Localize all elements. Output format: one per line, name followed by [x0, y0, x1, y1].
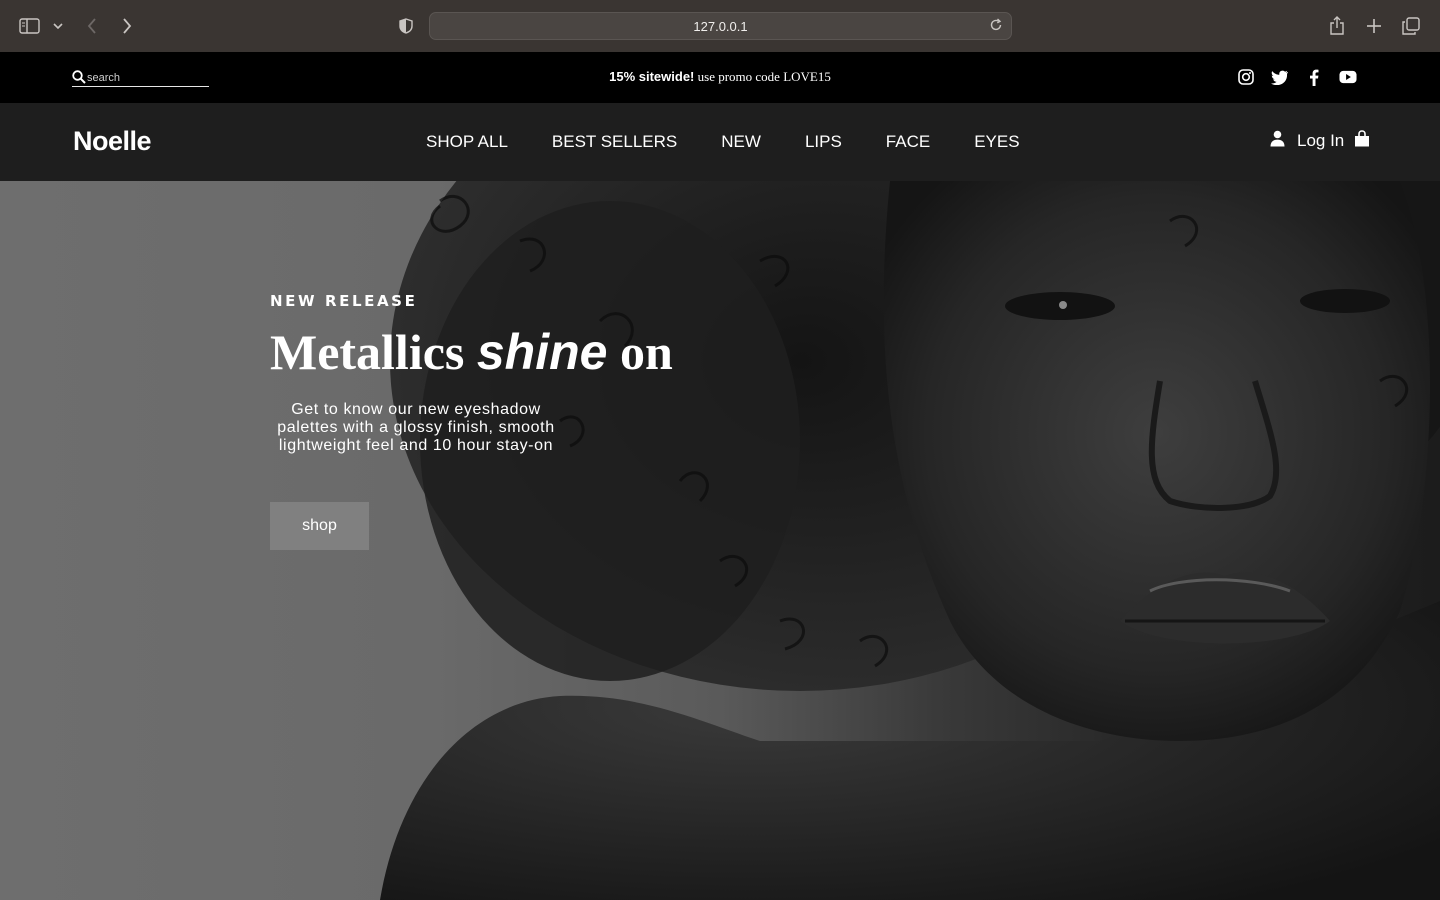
login-link[interactable]: Log In	[1297, 131, 1344, 151]
hero-description: Get to know our new eyeshadow palettes w…	[277, 401, 555, 454]
nav-shop-all[interactable]: SHOP ALL	[426, 132, 508, 152]
shield-icon[interactable]	[394, 14, 418, 38]
share-icon[interactable]	[1325, 14, 1349, 38]
nav-eyes[interactable]: EYES	[974, 132, 1019, 152]
social-links	[1237, 68, 1357, 86]
main-nav: Noelle SHOP ALL BEST SELLERS NEW LIPS FA…	[0, 103, 1440, 181]
user-icon[interactable]	[1270, 130, 1285, 152]
shop-button[interactable]: shop	[270, 502, 369, 550]
browser-toolbar: 127.0.0.1	[0, 0, 1440, 52]
promo-bar: 15% sitewide! use promo code LOVE15	[0, 52, 1440, 103]
tab-overview-icon[interactable]	[1399, 14, 1423, 38]
forward-icon[interactable]	[115, 14, 139, 38]
promo-code-text: use promo code LOVE15	[694, 69, 831, 84]
headline-part-2: on	[607, 324, 673, 380]
youtube-icon[interactable]	[1339, 68, 1357, 86]
shopping-bag-icon[interactable]	[1354, 130, 1370, 152]
account-area: Log In	[1270, 130, 1370, 152]
sidebar-toggle-icon[interactable]	[18, 14, 42, 38]
hero-eyebrow: NEW RELEASE	[270, 292, 418, 310]
promo-message: 15% sitewide! use promo code LOVE15	[0, 69, 1440, 85]
hero-model-image	[380, 181, 1440, 900]
twitter-icon[interactable]	[1271, 68, 1289, 86]
nav-best-sellers[interactable]: BEST SELLERS	[552, 132, 677, 152]
chevron-down-icon[interactable]	[48, 14, 68, 38]
headline-emphasis: shine	[476, 324, 608, 380]
address-bar[interactable]: 127.0.0.1	[429, 12, 1012, 40]
nav-face[interactable]: FACE	[886, 132, 930, 152]
nav-lips[interactable]: LIPS	[805, 132, 842, 152]
instagram-icon[interactable]	[1237, 68, 1255, 86]
url-text: 127.0.0.1	[693, 19, 748, 34]
nav-links: SHOP ALL BEST SELLERS NEW LIPS FACE EYES	[426, 132, 1064, 152]
hero-headline: Metallics shine on	[270, 323, 673, 381]
new-tab-icon[interactable]	[1362, 14, 1386, 38]
headline-part-1: Metallics	[270, 324, 477, 380]
nav-new[interactable]: NEW	[721, 132, 761, 152]
promo-highlight: 15% sitewide!	[609, 69, 695, 84]
reload-icon[interactable]	[989, 18, 1005, 34]
brand-logo[interactable]: Noelle	[73, 126, 152, 157]
back-icon[interactable]	[80, 14, 104, 38]
facebook-icon[interactable]	[1305, 68, 1323, 86]
hero-banner: NEW RELEASE Metallics shine on Get to kn…	[0, 181, 1440, 900]
